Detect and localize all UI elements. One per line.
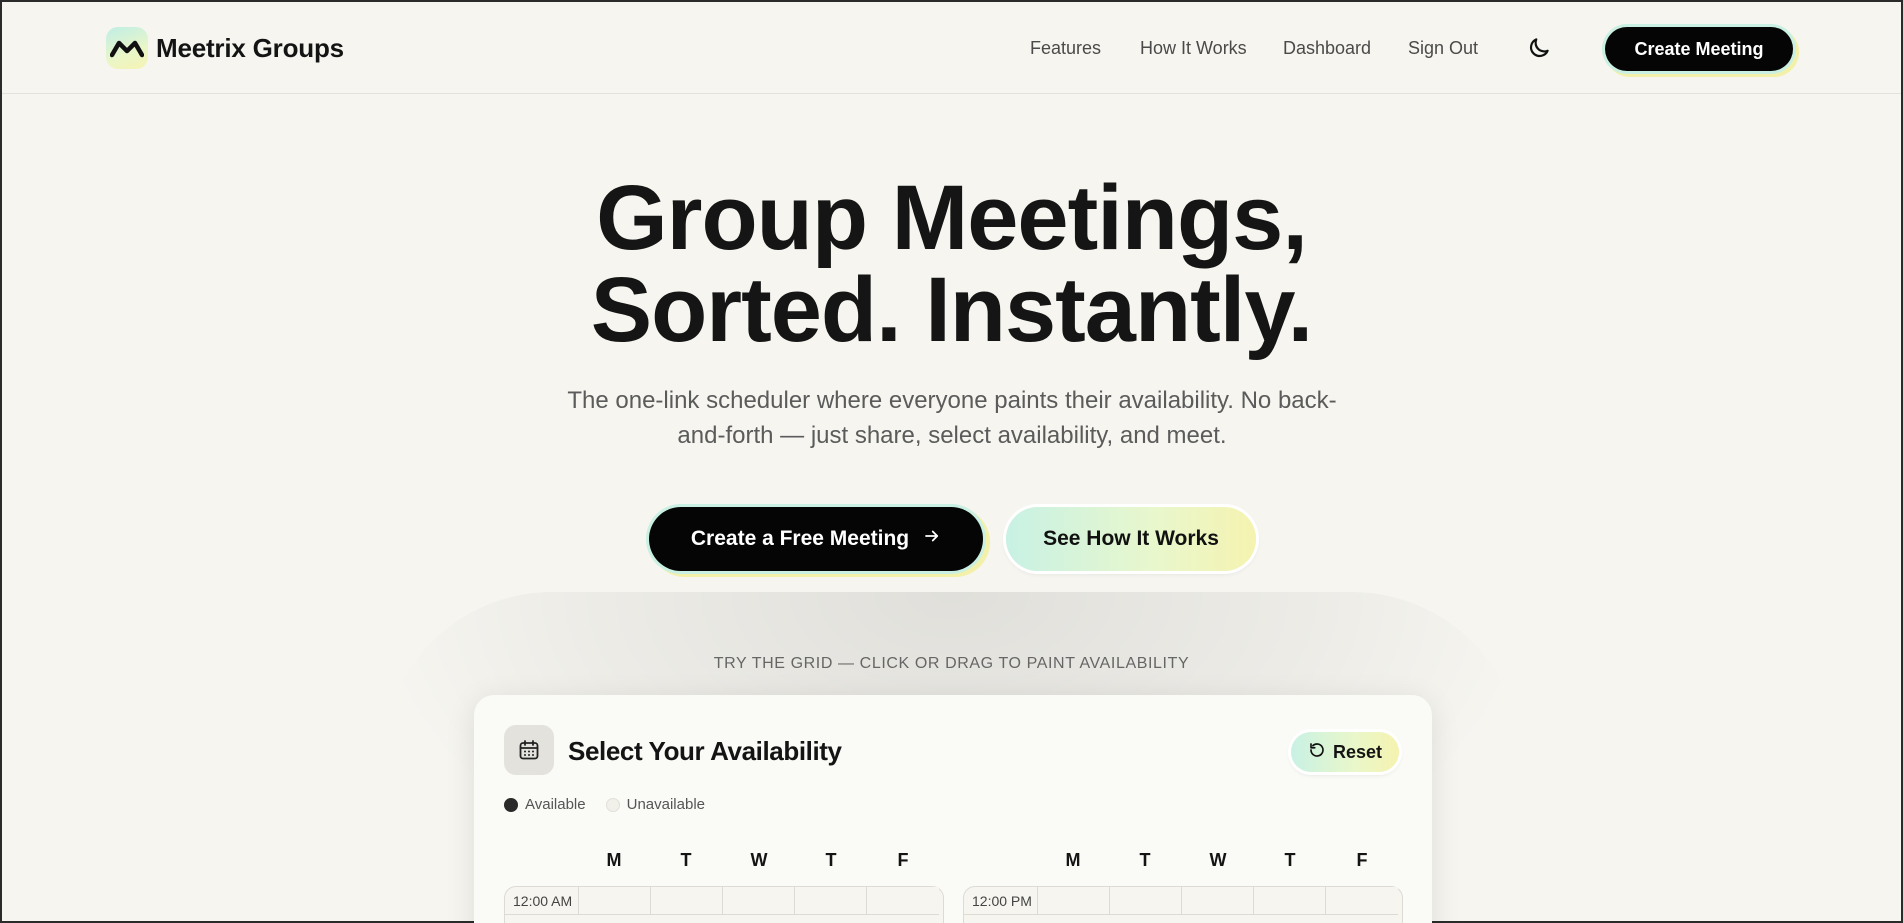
create-free-meeting-label: Create a Free Meeting (690, 527, 910, 550)
time-slot[interactable] (1038, 887, 1110, 915)
nav-link-sign-out[interactable]: Sign Out (1408, 38, 1478, 59)
time-label: 12:00 PM (964, 887, 1038, 915)
unavailable-swatch (605, 797, 620, 812)
time-slot[interactable] (1254, 887, 1326, 915)
top-nav-bar: Meetrix Groups Features How It Works Das… (2, 2, 1901, 94)
brand-link[interactable]: Meetrix Groups (106, 27, 344, 69)
time-slot[interactable] (651, 887, 723, 915)
nav-link-how-it-works[interactable]: How It Works (1140, 38, 1247, 59)
calendar-icon (504, 725, 554, 775)
time-slot[interactable] (579, 887, 651, 915)
time-slot[interactable] (1182, 887, 1254, 915)
card-title: Select Your Availability (568, 736, 842, 766)
time-slot[interactable] (1326, 887, 1398, 915)
day-header: T (1139, 850, 1151, 870)
grid-hint: TRY THE GRID — CLICK OR DRAG TO PAINT AV… (713, 655, 1190, 672)
day-header: M (1065, 850, 1081, 870)
time-slot[interactable] (867, 887, 939, 915)
availability-grid-am: 12:00 AM (504, 886, 944, 923)
hero-title-line-2: Sorted. Instantly. (590, 259, 1314, 361)
day-header: T (1284, 850, 1296, 870)
create-free-meeting-button[interactable]: Create a Free Meeting (649, 507, 983, 571)
hero-subtitle: The one-link scheduler where everyone pa… (542, 383, 1362, 453)
availability-grid-pm: 12:00 PM (963, 886, 1403, 923)
time-slot[interactable] (795, 887, 867, 915)
arrow-right-icon (923, 527, 941, 551)
hero-subtitle-line-1: The one-link scheduler where everyone pa… (567, 387, 1337, 414)
brand-logo-icon (106, 27, 148, 69)
hero-subtitle-line-2: and-forth — just share, select availabil… (677, 422, 1227, 449)
create-meeting-button[interactable]: Create Meeting (1605, 27, 1793, 71)
see-how-it-works-button[interactable]: See How It Works (1006, 507, 1256, 571)
reset-button[interactable]: Reset (1291, 732, 1399, 772)
brand-name: Meetrix Groups (156, 32, 344, 63)
day-header: T (825, 850, 837, 870)
legend-available: Available (525, 796, 586, 813)
moon-icon[interactable] (1526, 35, 1552, 61)
time-slot[interactable] (1110, 887, 1182, 915)
legend-unavailable: Unavailable (626, 796, 705, 813)
day-header: W (750, 850, 768, 870)
day-header: M (606, 850, 622, 870)
day-header: T (680, 850, 692, 870)
reset-label: Reset (1332, 741, 1383, 762)
time-label: 12:00 AM (505, 887, 579, 915)
availability-legend: Available Unavailable (504, 796, 705, 813)
available-swatch (504, 797, 518, 812)
nav-link-dashboard[interactable]: Dashboard (1283, 38, 1371, 59)
hero-title: Group Meetings, Sorted. Instantly. (2, 172, 1901, 356)
nav-link-features[interactable]: Features (1030, 38, 1101, 59)
day-header: F (897, 850, 909, 870)
reset-icon (1308, 741, 1326, 764)
availability-card: Select Your Availability Reset Available… (474, 695, 1432, 923)
time-slot[interactable] (723, 887, 795, 915)
hero-title-line-1: Group Meetings, (596, 167, 1308, 269)
day-header: W (1209, 850, 1227, 870)
day-header: F (1356, 850, 1368, 870)
